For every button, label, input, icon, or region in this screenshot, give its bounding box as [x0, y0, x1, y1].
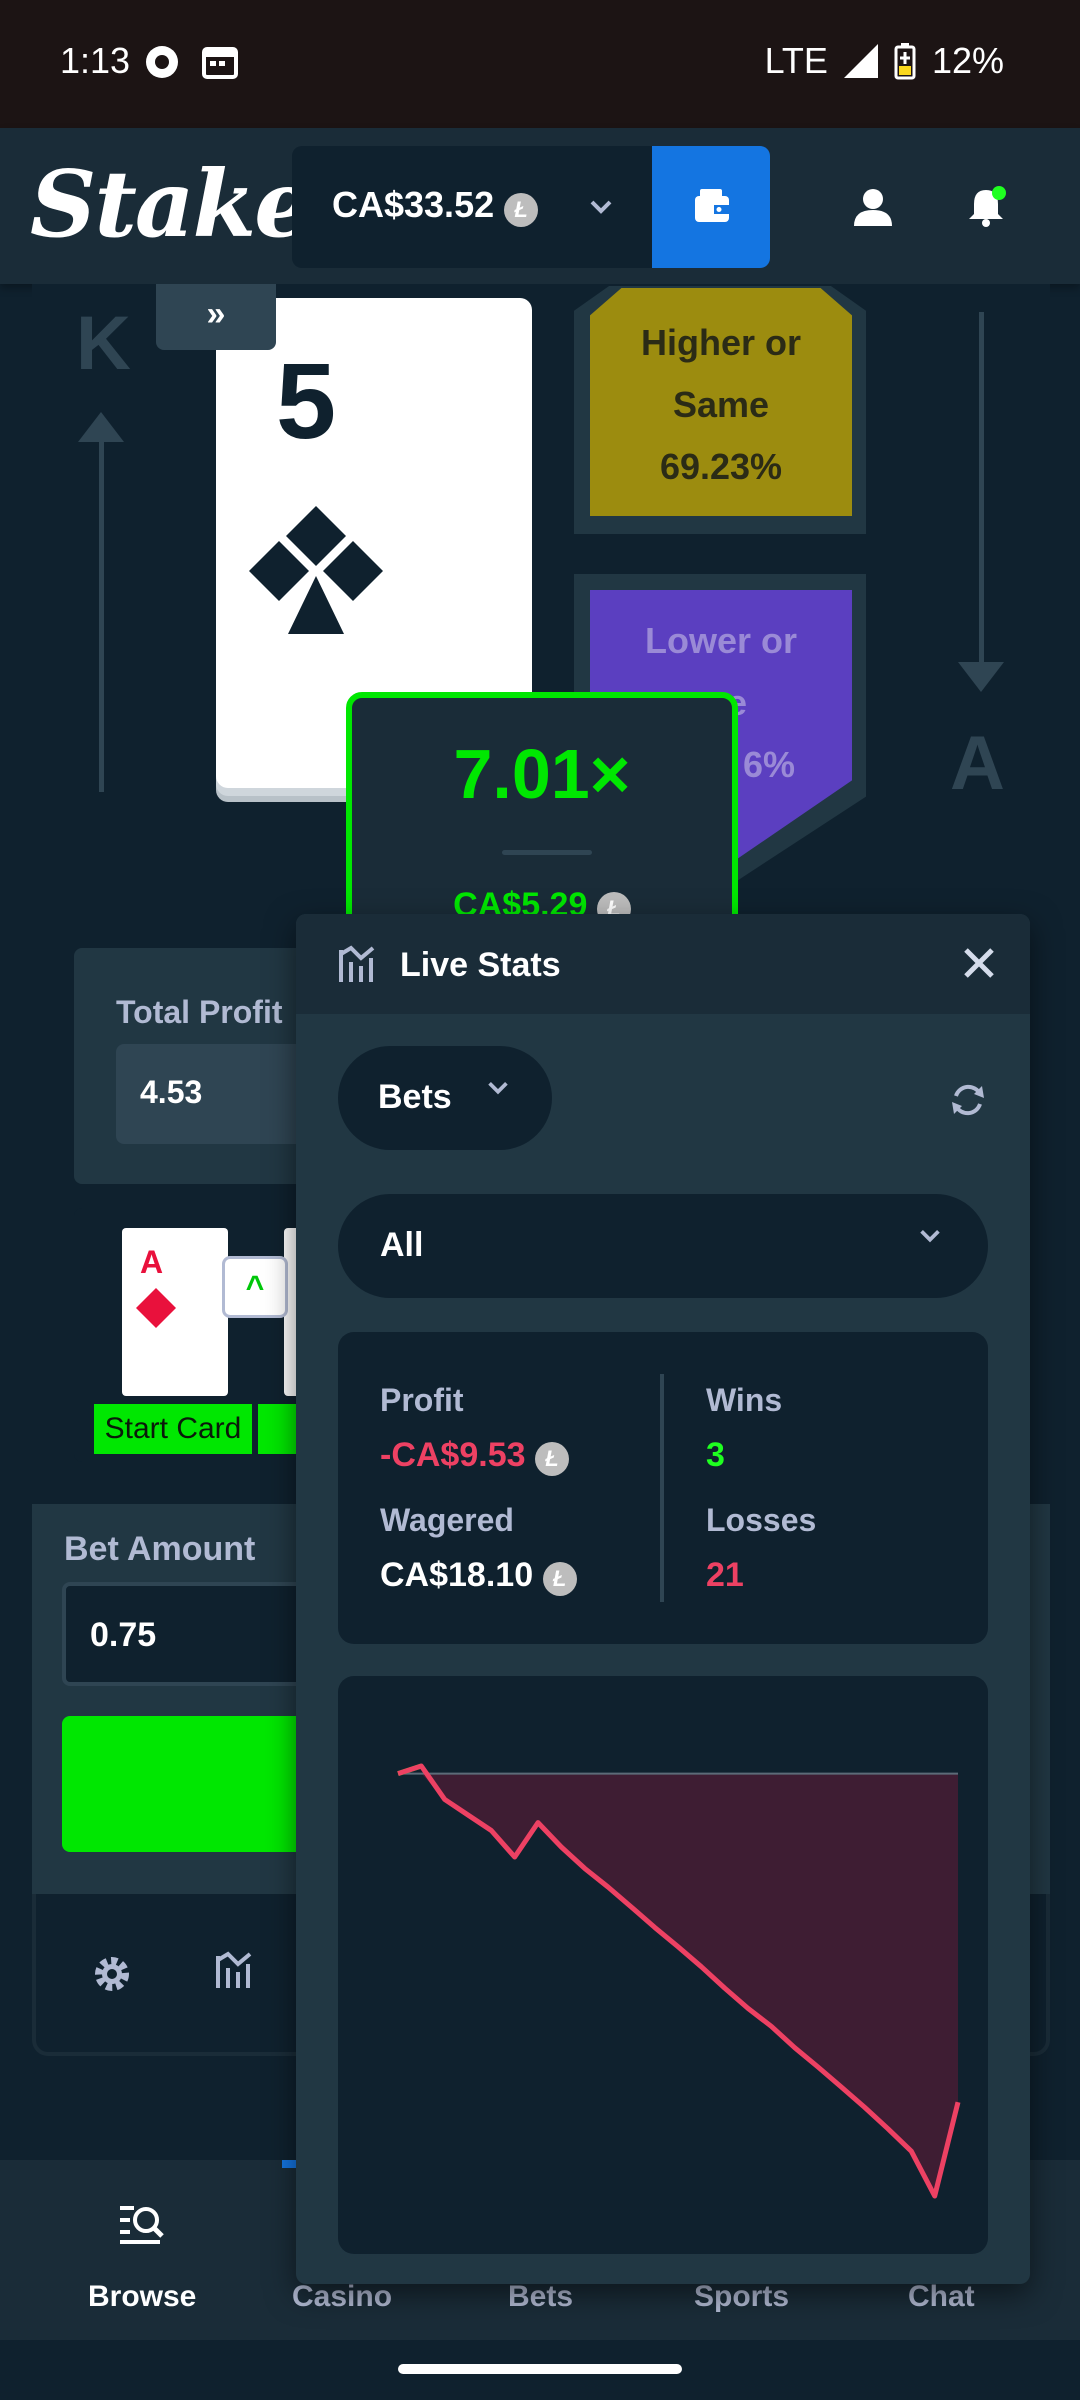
profit-display: -CA$9.53 Ł: [380, 1436, 569, 1476]
wins-label: Wins: [706, 1382, 783, 1418]
profit-chart: [338, 1676, 988, 2254]
stats-type-select[interactable]: Bets: [338, 1046, 552, 1150]
signal-icon: [843, 44, 878, 78]
stake-logo[interactable]: Stake: [30, 150, 313, 258]
down-arrow-icon: [958, 312, 1004, 697]
chevron-down-icon: [916, 1222, 944, 1258]
chart-loss-area: [398, 1773, 958, 2196]
total-profit-label: Total Profit: [116, 994, 283, 1030]
clock: 1:13: [60, 40, 131, 81]
nav-chat[interactable]: Chat: [908, 2280, 975, 2314]
losses-value: 21: [706, 1556, 744, 1594]
higher-label-line1: Higher or: [640, 322, 801, 363]
balance-value: CA$33.52: [332, 184, 495, 225]
litecoin-icon: Ł: [504, 193, 539, 227]
wallet-button[interactable]: [652, 146, 770, 268]
close-icon[interactable]: [962, 946, 996, 985]
multiplier-popup: 7.01× CA$5.29 Ł: [346, 692, 738, 932]
history-tag: [258, 1404, 298, 1454]
profit-label: Profit: [380, 1382, 464, 1418]
stats-divider: [660, 1374, 664, 1602]
wagered-label: Wagered: [380, 1502, 514, 1538]
profit-value: -CA$9.53: [380, 1436, 526, 1474]
calendar-icon: [202, 44, 238, 85]
browse-icon[interactable]: [118, 2200, 166, 2253]
user-icon[interactable]: [852, 186, 894, 233]
home-gesture-bar[interactable]: [398, 2364, 682, 2374]
stats-period-value: All: [380, 1226, 424, 1264]
stats-type-value: Bets: [378, 1078, 452, 1116]
card-rank: 5: [276, 340, 337, 461]
losses-label: Losses: [706, 1502, 817, 1538]
spade-suit-icon: [246, 506, 386, 641]
chevron-down-icon: [484, 1074, 512, 1110]
nav-active-indicator: [282, 2160, 296, 2168]
status-right: LTE 12%: [765, 40, 1004, 82]
higher-percent: 69.23%: [659, 446, 783, 487]
gear-icon[interactable]: [92, 1954, 132, 1999]
nav-bets[interactable]: Bets: [508, 2280, 573, 2314]
up-arrow-icon: [78, 412, 124, 797]
balance-display: CA$33.52 Ł: [332, 184, 539, 227]
skip-card-button[interactable]: »: [156, 284, 276, 350]
litecoin-icon: Ł: [534, 1442, 569, 1476]
bet-amount-input[interactable]: 0.75: [62, 1582, 322, 1686]
notification-bell-icon[interactable]: [966, 186, 1006, 233]
stats-period-select[interactable]: All: [338, 1194, 988, 1298]
higher-label-line2: Same: [672, 384, 770, 425]
history-card-rank: A: [140, 1244, 164, 1280]
network-label: LTE: [764, 40, 828, 81]
app-notification-icon: [140, 42, 184, 87]
status-bar: 1:13 LTE 12%: [0, 0, 1080, 128]
chevron-down-icon: [586, 192, 616, 227]
nav-sports[interactable]: Sports: [694, 2280, 789, 2314]
higher-or-same-face[interactable]: Higher or Same 69.23%: [590, 288, 852, 516]
balance-dropdown[interactable]: CA$33.52 Ł: [292, 146, 652, 268]
wagered-display: CA$18.10 Ł: [380, 1556, 577, 1596]
battery-icon: [894, 43, 916, 80]
higher-guess-badge: ^: [222, 1256, 288, 1318]
lower-label-line1: Lower or: [644, 620, 797, 661]
refresh-icon[interactable]: [948, 1080, 988, 1125]
bet-button[interactable]: [62, 1716, 332, 1852]
app-header: Stake CA$33.52 Ł: [0, 128, 1080, 284]
battery-percent: 12%: [931, 40, 1004, 81]
wallet-icon: [695, 189, 729, 222]
live-stats-title: Live Stats: [400, 946, 561, 984]
top-rank-label: K: [76, 301, 131, 386]
wagered-value: CA$18.10: [380, 1556, 534, 1594]
profit-chart-svg: [397, 1763, 961, 2199]
nav-browse[interactable]: Browse: [88, 2280, 196, 2314]
live-stats-icon[interactable]: [214, 1950, 254, 1995]
bottom-rank-label: A: [950, 721, 1005, 806]
wins-value: 3: [706, 1436, 725, 1474]
diamond-suit-icon: [134, 1286, 178, 1335]
bet-amount-label: Bet Amount: [64, 1530, 256, 1568]
live-stats-icon: [336, 944, 378, 989]
litecoin-icon: Ł: [542, 1562, 577, 1596]
start-card-tag: Start Card: [94, 1404, 252, 1454]
multiplier-value: 7.01×: [453, 735, 631, 813]
nav-casino[interactable]: Casino: [292, 2280, 392, 2314]
history-card: A: [122, 1228, 228, 1396]
multiplier-divider: [502, 850, 592, 855]
